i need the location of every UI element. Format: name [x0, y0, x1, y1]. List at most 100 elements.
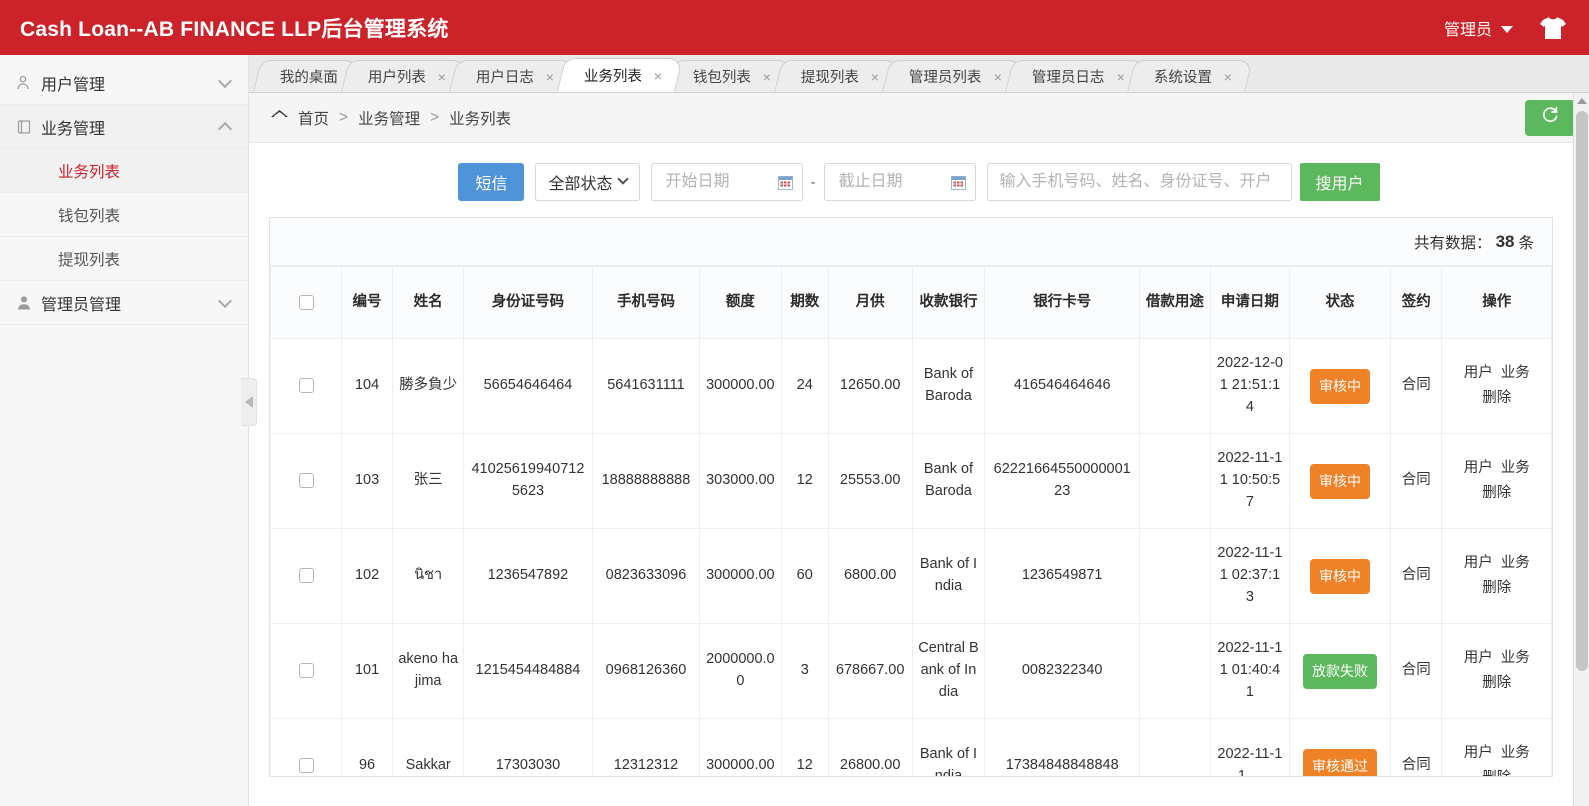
- sidebar-item-label: 业务列表: [58, 160, 120, 182]
- contract-link[interactable]: 合同: [1402, 472, 1431, 488]
- action-user[interactable]: 用户: [1464, 745, 1493, 761]
- tab-close-icon[interactable]: ×: [438, 70, 446, 84]
- tab-label: 管理员列表: [909, 66, 982, 87]
- tab-close-icon[interactable]: ×: [1224, 70, 1232, 84]
- tab-close-icon[interactable]: ×: [546, 70, 554, 84]
- start-date-input[interactable]: [664, 172, 772, 192]
- scrollbar-thumb[interactable]: [1576, 111, 1588, 671]
- select-all-header: [271, 267, 342, 339]
- sms-button[interactable]: 短信: [458, 163, 524, 201]
- contract-link[interactable]: 合同: [1402, 567, 1431, 583]
- tab-label: 钱包列表: [692, 66, 750, 87]
- sidebar-item-wallet-list[interactable]: 钱包列表: [0, 193, 248, 237]
- row-checkbox[interactable]: [299, 378, 314, 393]
- search-user-button[interactable]: 搜用户: [1300, 163, 1380, 201]
- action-business[interactable]: 业务: [1501, 365, 1530, 381]
- tab-user-log[interactable]: 用户日志 ×: [449, 60, 575, 92]
- cell-amount: 303000.00: [700, 434, 782, 529]
- sidebar-group-label: 用户管理: [41, 71, 105, 95]
- status-select[interactable]: 全部状态: [535, 163, 639, 201]
- search-input[interactable]: [998, 172, 1281, 192]
- breadcrumb-separator: >: [430, 109, 439, 127]
- cell-card: 416546464646: [985, 339, 1139, 434]
- action-business[interactable]: 业务: [1501, 650, 1530, 666]
- sidebar-group-admin-management[interactable]: 管理员管理: [0, 281, 248, 325]
- tab-wallet-list[interactable]: 钱包列表 ×: [666, 60, 792, 92]
- breadcrumb-item-business-management[interactable]: 业务管理: [358, 107, 420, 129]
- top-header-bar: Cash Loan--AB FINANCE LLP后台管理系统 管理员: [0, 0, 1589, 55]
- vertical-scrollbar[interactable]: [1573, 93, 1589, 806]
- col-phone: 手机号码: [592, 267, 699, 339]
- tab-close-icon[interactable]: ×: [654, 69, 662, 83]
- col-sign: 签约: [1390, 267, 1441, 339]
- action-delete[interactable]: 删除: [1482, 485, 1511, 501]
- contract-link[interactable]: 合同: [1402, 377, 1431, 393]
- tab-system-settings[interactable]: 系统设置 ×: [1127, 60, 1253, 92]
- cell-id: 102: [341, 529, 392, 624]
- cell-purpose: [1139, 339, 1210, 434]
- action-delete[interactable]: 删除: [1482, 770, 1511, 777]
- sidebar-group-business-management[interactable]: 业务管理: [0, 105, 248, 149]
- action-user[interactable]: 用户: [1464, 555, 1493, 571]
- breadcrumb-item-home[interactable]: 首页: [298, 107, 329, 129]
- action-delete[interactable]: 删除: [1482, 580, 1511, 596]
- action-user[interactable]: 用户: [1464, 365, 1493, 381]
- tshirt-icon[interactable]: [1539, 16, 1567, 40]
- row-checkbox[interactable]: [299, 758, 314, 773]
- action-user[interactable]: 用户: [1464, 650, 1493, 666]
- cell-status: 审核中: [1290, 529, 1391, 624]
- table-row: 102นิชา12365478920823633096300000.006068…: [271, 529, 1552, 624]
- breadcrumb-item-business-list[interactable]: 业务列表: [449, 107, 511, 129]
- row-checkbox[interactable]: [299, 473, 314, 488]
- sidebar-nav: 用户管理 业务管理 业务列表 钱包列表 提现列表: [0, 55, 249, 806]
- action-delete[interactable]: 删除: [1482, 675, 1511, 691]
- cell-status: 审核中: [1290, 339, 1391, 434]
- cell-operations: 用户业务删除: [1442, 719, 1552, 778]
- tab-business-list[interactable]: 业务列表 ×: [557, 58, 684, 92]
- sidebar-item-withdraw-list[interactable]: 提现列表: [0, 237, 248, 281]
- end-date-input[interactable]: [837, 172, 945, 192]
- cell-monthly: 12650.00: [828, 339, 912, 434]
- tab-withdraw-list[interactable]: 提现列表 ×: [774, 60, 900, 92]
- book-icon: [14, 119, 34, 135]
- start-date-field[interactable]: [651, 163, 803, 201]
- tab-admin-log[interactable]: 管理员日志 ×: [1005, 60, 1146, 92]
- contract-link[interactable]: 合同: [1402, 662, 1431, 678]
- breadcrumb-bar: 首页 > 业务管理 > 业务列表: [249, 93, 1589, 143]
- end-date-field[interactable]: [824, 163, 976, 201]
- cell-monthly: 25553.00: [828, 434, 912, 529]
- contract-link[interactable]: 合同: [1402, 757, 1431, 773]
- tab-admin-list[interactable]: 管理员列表 ×: [882, 60, 1023, 92]
- user-menu[interactable]: 管理员: [1444, 16, 1513, 40]
- tab-close-icon[interactable]: ×: [762, 70, 770, 84]
- tab-close-icon[interactable]: ×: [871, 70, 879, 84]
- sidebar-group-user-management[interactable]: 用户管理: [0, 61, 248, 105]
- action-business[interactable]: 业务: [1501, 745, 1530, 761]
- sidebar-item-business-list[interactable]: 业务列表: [0, 149, 248, 193]
- refresh-button[interactable]: [1525, 100, 1575, 136]
- chevron-down-icon: [617, 173, 628, 184]
- tab-user-list[interactable]: 用户列表 ×: [341, 60, 467, 92]
- action-business[interactable]: 业务: [1501, 555, 1530, 571]
- row-checkbox[interactable]: [299, 568, 314, 583]
- total-label: 共有数据：: [1414, 231, 1492, 253]
- row-checkbox[interactable]: [299, 663, 314, 678]
- calendar-icon: [951, 175, 966, 190]
- sidebar-group-label: 管理员管理: [41, 291, 121, 315]
- cell-monthly: 26800.00: [828, 719, 912, 778]
- action-delete[interactable]: 删除: [1482, 390, 1511, 406]
- select-all-checkbox[interactable]: [299, 295, 314, 310]
- tab-close-icon[interactable]: ×: [993, 70, 1001, 84]
- row-select-cell: [271, 529, 342, 624]
- scroll-up-arrow-icon[interactable]: [1574, 93, 1589, 109]
- action-business[interactable]: 业务: [1501, 460, 1530, 476]
- tab-close-icon[interactable]: ×: [1116, 70, 1124, 84]
- sidebar-collapse-handle[interactable]: [241, 378, 257, 426]
- tab-label: 管理员日志: [1032, 66, 1105, 87]
- cell-idcard: 1236547892: [464, 529, 593, 624]
- cell-phone: 0823633096: [592, 529, 699, 624]
- action-user[interactable]: 用户: [1464, 460, 1493, 476]
- col-operations: 操作: [1442, 267, 1552, 339]
- calendar-icon: [778, 175, 793, 190]
- keyword-search-field[interactable]: [987, 163, 1292, 201]
